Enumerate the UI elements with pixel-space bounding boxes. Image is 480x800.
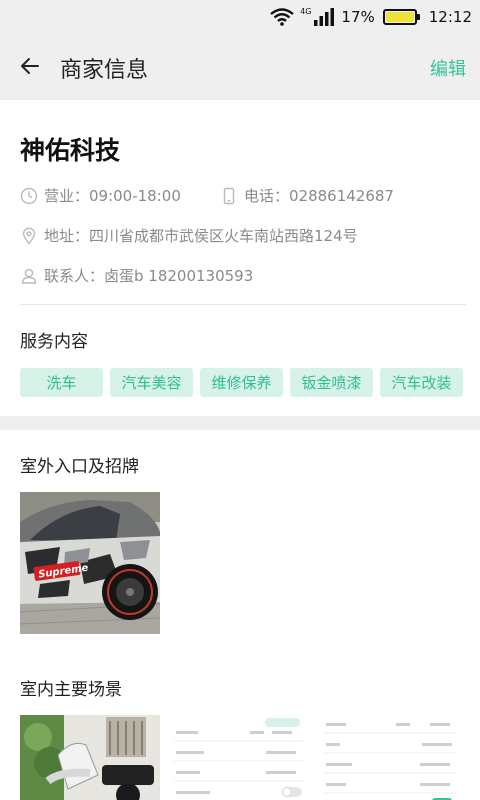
signal-icon [314, 8, 335, 26]
service-tags: 洗车 汽车美容 维修保养 钣金喷漆 汽车改装 [20, 368, 463, 397]
service-tag-car-beauty: 汽车美容 [110, 368, 193, 397]
indoor-photo[interactable] [20, 715, 160, 800]
indoor-photos-title: 室内主要场景 [20, 680, 122, 700]
phone-text[interactable]: 电话：02886142687 [244, 185, 394, 206]
location-pin-icon [22, 227, 36, 245]
service-tag-car-wash: 洗车 [20, 368, 103, 397]
address-row: 地址：四川省成都市武侯区火车南站西路124号 [20, 225, 358, 246]
phone-icon [223, 187, 235, 204]
clock-icon [20, 187, 38, 204]
app-screenshots-image [170, 715, 460, 800]
divider [20, 304, 466, 305]
business-hours: 营业：09:00-18:00 [20, 185, 181, 206]
contact-text: 联系人：卤蛋b 18200130593 [44, 267, 254, 285]
edit-button[interactable]: 编辑 [430, 55, 466, 81]
title-bar: 商家信息 编辑 [0, 34, 480, 100]
network-type: 4G [300, 6, 312, 16]
battery-percent: 17% [341, 8, 375, 26]
car-photo-image: Supreme [20, 492, 160, 634]
service-tag-modification: 汽车改装 [380, 368, 463, 397]
phone-row[interactable]: 电话：02886142687 [220, 185, 394, 206]
wifi-icon [270, 8, 294, 26]
contact-person-icon [21, 268, 37, 284]
clock: 12:12 [428, 8, 472, 26]
back-arrow-icon[interactable] [18, 54, 42, 78]
service-tag-maintenance: 维修保养 [200, 368, 283, 397]
services-title: 服务内容 [20, 332, 88, 352]
merchant-info-card: 神佑科技 营业：09:00-18:00 电话：02886142687 地址：四川… [0, 100, 480, 416]
contact-row: 联系人：卤蛋b 18200130593 [20, 265, 253, 286]
address-text: 地址：四川省成都市武侯区火车南站西路124号 [44, 227, 358, 245]
outdoor-photos-title: 室外入口及招牌 [20, 457, 139, 477]
outdoor-photo[interactable]: Supreme [20, 492, 160, 634]
business-hours-text: 营业：09:00-18:00 [44, 187, 181, 205]
status-icons: 4G 17% 12:12 [270, 4, 472, 30]
store-photos-card: 室外入口及招牌 Supreme 室内主要场景 [0, 430, 480, 800]
status-bar: 4G 17% 12:12 [0, 0, 480, 34]
battery-icon [382, 9, 420, 25]
page-title: 商家信息 [60, 58, 149, 83]
scooter-photo-image [20, 715, 160, 800]
service-tag-paint: 钣金喷漆 [290, 368, 373, 397]
merchant-name: 神佑科技 [20, 136, 121, 165]
